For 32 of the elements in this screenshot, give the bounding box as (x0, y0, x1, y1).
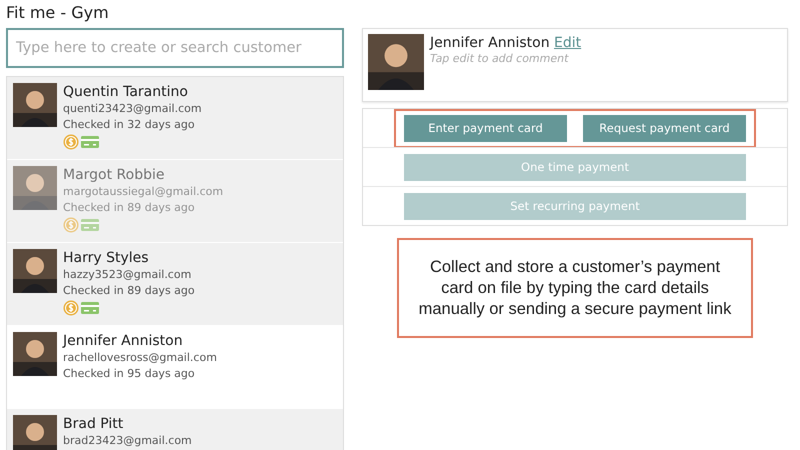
customer-email: quenti23423@gmail.com (63, 101, 202, 117)
credit-card-icon (81, 302, 99, 314)
coin-icon (63, 134, 79, 150)
customer-name: Brad Pitt (63, 415, 124, 433)
credit-card-icon (81, 219, 99, 231)
payment-button[interactable]: Request payment card (583, 114, 746, 142)
edit-link[interactable]: Edit (554, 35, 582, 51)
check-in-text: Checked in 32 days ago (63, 117, 196, 133)
check-in-text: Checked in 89 days ago (63, 200, 196, 216)
check-in-text: Checked in 95 days ago (63, 366, 196, 382)
customer-email: hazzy3523@gmail.com (63, 267, 192, 283)
customer-row[interactable]: Quentin Tarantino quenti23423@gmail.com Checked in 32 days ago (7, 77, 343, 159)
customer-email: brad23423@gmail.com (63, 433, 192, 449)
check-in-text: Checked in 89 days ago (63, 283, 195, 299)
customer-email: rachellovesross@gmail.com (63, 350, 217, 366)
callout-note: Collect and store a customer’s payment card on file by typing the card details manually or sending a secure payment link (397, 238, 753, 338)
payment-button[interactable]: Enter payment card (404, 114, 567, 142)
window-title: Fit me - Gym (5, 2, 110, 24)
customer-name: Quentin Tarantino (63, 83, 189, 101)
customer-name: Harry Styles (63, 249, 150, 267)
customer-name: Jennifer Anniston (63, 332, 184, 350)
customer-name: Margot Robbie (63, 166, 166, 184)
profile-name: Jennifer Anniston Edit (430, 34, 582, 52)
customer-email: margotaussiegal@gmail.com (63, 184, 224, 200)
customer-row[interactable]: Harry Styles hazzy3523@gmail.com Checked in 89 days ago (7, 243, 343, 325)
search-field[interactable]: Type here to create or search customer (6, 28, 344, 68)
customer-row[interactable]: Brad Pitt brad23423@gmail.com (7, 409, 343, 450)
coin-icon (63, 300, 79, 316)
credit-card-icon (81, 136, 99, 148)
comment-hint: Tap edit to add comment (430, 52, 570, 65)
coin-icon (63, 217, 79, 233)
customer-row[interactable]: Margot Robbie margotaussiegal@gmail.com Checked in 89 days ago (7, 160, 343, 242)
